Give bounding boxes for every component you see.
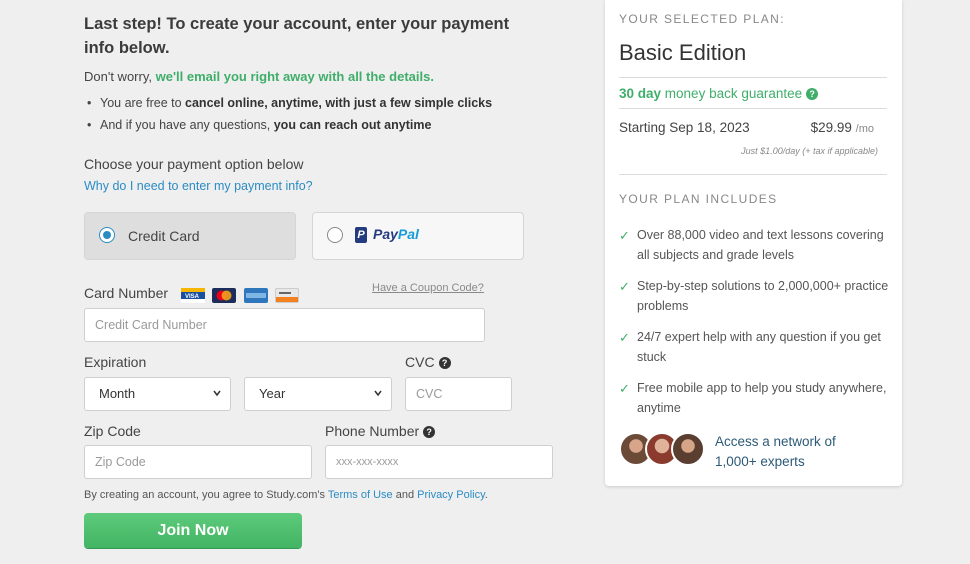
benefit-prefix: And if you have any questions, (100, 118, 274, 132)
guarantee-text: money back guarantee (664, 86, 803, 101)
month-value: Month (99, 386, 136, 401)
feature-item: ✓ Over 88,000 video and text lessons cov… (619, 226, 894, 265)
phone-number-input[interactable] (325, 445, 553, 479)
terms-and: and (395, 489, 415, 501)
credit-card-label: Credit Card (128, 228, 200, 244)
join-now-button[interactable]: Join Now (84, 513, 302, 548)
paypal-logo-pal: Pal (397, 226, 419, 242)
feature-text: Free mobile app to help you study anywhe… (637, 381, 887, 415)
reassurance-text: Don't worry, we'll email you right away … (84, 69, 434, 84)
card-number-input[interactable] (84, 308, 485, 342)
year-value: Year (259, 386, 286, 401)
cvc-label-group: CVC? (405, 354, 451, 370)
feature-text: Over 88,000 video and text lessons cover… (637, 228, 884, 262)
feature-item: ✓ Free mobile app to help you study anyw… (619, 379, 894, 418)
question-circle-icon[interactable]: ? (438, 357, 451, 370)
money-back-guarantee: 30 day money back guarantee? (619, 86, 819, 101)
benefit-item: You are free to cancel online, anytime, … (84, 96, 492, 110)
benefit-bold: you can reach out anytime (273, 118, 432, 132)
question-circle-icon[interactable]: ? (423, 426, 436, 439)
benefit-list: You are free to cancel online, anytime, … (84, 96, 492, 140)
expiration-year-select[interactable]: Year (244, 377, 392, 411)
expiration-month-select[interactable]: Month (84, 377, 231, 411)
avatar (671, 432, 705, 466)
guarantee-days: 30 day (619, 86, 662, 101)
discover-icon (275, 288, 300, 304)
price-unit: /mo (855, 123, 874, 135)
terms-suffix: . (484, 489, 488, 501)
amex-icon (243, 288, 268, 304)
cvc-label: CVC (405, 354, 435, 370)
privacy-policy-link[interactable]: Privacy Policy (417, 489, 485, 501)
check-icon: ✓ (619, 381, 630, 396)
plan-summary-panel: YOUR SELECTED PLAN: Basic Edition 30 day… (605, 0, 902, 486)
feature-item: ✓ Step-by-step solutions to 2,000,000+ p… (619, 277, 894, 316)
selected-plan-caption: YOUR SELECTED PLAN: (619, 12, 785, 26)
per-day-price: Just $1.00/day (+ tax if applicable) (741, 146, 878, 156)
page-heading: Last step! To create your account, enter… (84, 15, 510, 57)
zip-code-label: Zip Code (84, 423, 141, 439)
plan-name: Basic Edition (619, 40, 747, 65)
card-logos: VISA (181, 287, 302, 305)
paypal-radio[interactable] (327, 227, 343, 243)
plan-price: $29.99 /mo (811, 120, 874, 135)
paypal-icon: P (355, 227, 367, 244)
paypal-logo-pay: Pay (373, 226, 398, 242)
coupon-code-link[interactable]: Have a Coupon Code? (372, 282, 484, 294)
paypal-logo: P PayPal (355, 226, 419, 244)
terms-prefix: By creating an account, you agree to Stu… (84, 489, 325, 501)
check-icon: ✓ (619, 279, 630, 294)
feature-text: 24/7 expert help with any question if yo… (637, 330, 881, 364)
phone-number-label: Phone Number (325, 423, 420, 439)
plan-includes-caption: YOUR PLAN INCLUDES (619, 192, 778, 206)
credit-card-option[interactable]: Credit Card (84, 212, 296, 260)
question-circle-icon[interactable]: ? (806, 88, 819, 101)
benefit-prefix: You are free to (100, 96, 186, 110)
paypal-option[interactable]: P PayPal (312, 212, 524, 260)
divider (619, 108, 887, 109)
expiration-label: Expiration (84, 354, 147, 370)
terms-text: By creating an account, you agree to Stu… (84, 489, 488, 501)
check-icon: ✓ (619, 330, 630, 345)
card-number-label: Card Number (84, 285, 169, 301)
visa-icon: VISA (181, 288, 205, 304)
divider (619, 77, 887, 78)
credit-card-radio[interactable] (99, 227, 115, 243)
phone-label-group: Phone Number? (325, 423, 436, 439)
zip-code-input[interactable] (84, 445, 312, 479)
terms-of-use-link[interactable]: Terms of Use (328, 489, 393, 501)
divider (619, 174, 887, 175)
reassurance-highlight: we'll email you right away with all the … (155, 69, 434, 84)
chevron-down-icon (212, 378, 222, 424)
price-amount: $29.99 (810, 120, 852, 135)
chevron-down-icon (373, 378, 383, 424)
why-payment-link[interactable]: Why do I need to enter my payment info? (84, 179, 313, 193)
mastercard-icon (212, 288, 237, 304)
experts-network-text: Access a network of 1,000+ experts (715, 434, 836, 469)
feature-text: Step-by-step solutions to 2,000,000+ pra… (637, 279, 889, 313)
reassurance-prefix: Don't worry, (84, 69, 152, 84)
payment-option-label: Choose your payment option below (84, 156, 304, 172)
cvc-input[interactable] (405, 377, 512, 411)
benefit-item: And if you have any questions, you can r… (84, 118, 492, 132)
start-date: Starting Sep 18, 2023 (619, 120, 750, 135)
check-icon: ✓ (619, 228, 630, 243)
benefit-bold: cancel online, anytime, with just a few … (185, 96, 493, 110)
feature-item: ✓ 24/7 expert help with any question if … (619, 328, 894, 367)
svg-text:VISA: VISA (185, 294, 200, 300)
